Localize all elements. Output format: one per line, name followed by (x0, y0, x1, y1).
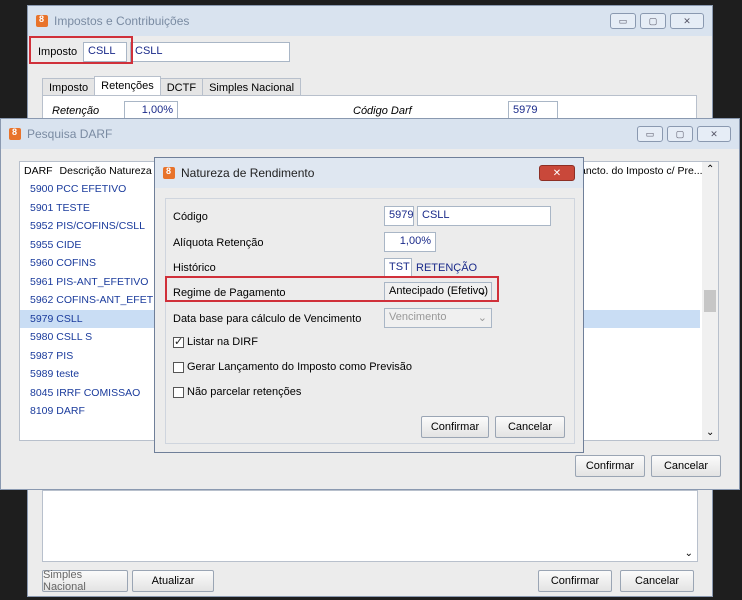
simples-nacional-button[interactable]: Simples Nacional (42, 569, 128, 593)
natureza-dialog: Natureza de Rendimento ✕ Código 5979 CSL… (154, 157, 584, 453)
scroll-thumb[interactable] (704, 290, 716, 312)
col-darf[interactable]: DARF (24, 165, 53, 177)
vertical-scrollbar[interactable]: ⌃ ⌄ (702, 162, 718, 440)
imposto-name-input[interactable]: CSLL (130, 42, 290, 62)
natureza-confirmar-button[interactable]: Confirmar (421, 416, 489, 438)
codigo-label: Código (173, 211, 208, 223)
app-icon (9, 127, 21, 140)
historico-label: Histórico (173, 262, 216, 274)
scroll-down-icon[interactable]: ⌄ (706, 427, 714, 438)
historico-input[interactable]: TST (384, 258, 412, 278)
aliquota-input[interactable]: 1,00% (384, 232, 436, 252)
natureza-cancelar-button[interactable]: Cancelar (495, 416, 565, 438)
scroll-up-icon[interactable]: ⌃ (706, 164, 714, 175)
close-icon[interactable]: ✕ (539, 165, 575, 181)
pesquisa-title: Pesquisa DARF (27, 127, 113, 141)
close-icon[interactable]: ✕ (697, 126, 731, 142)
codigo-input[interactable]: 5979 (384, 206, 414, 226)
close-icon[interactable]: ✕ (670, 13, 704, 29)
retencoes-list[interactable]: ⌄ (42, 490, 698, 562)
codigo-desc-input[interactable]: CSLL (417, 206, 551, 226)
minimize-icon[interactable]: ▭ (637, 126, 663, 142)
maximize-icon[interactable]: ▢ (640, 13, 666, 29)
retencao-input[interactable]: 1,00% (124, 101, 178, 119)
chevron-down-icon: ⌄ (477, 312, 487, 324)
database-label: Data base para cálculo de Vencimento (173, 313, 362, 325)
pesquisa-titlebar[interactable]: Pesquisa DARF ▭ ▢ ✕ (1, 119, 739, 149)
codigo-darf-label: Código Darf (353, 105, 412, 117)
checkbox-checked-icon[interactable] (173, 335, 184, 348)
gerar-lancamento-checkbox[interactable]: Gerar Lançamento do Imposto como Previsã… (173, 361, 412, 373)
col-descricao[interactable]: Descrição Natureza (60, 165, 152, 177)
retencao-label: Retenção (52, 105, 100, 117)
codigo-darf-input[interactable]: 5979 (508, 101, 558, 119)
nao-parcelar-checkbox[interactable]: Não parcelar retenções (173, 386, 301, 398)
maximize-icon[interactable]: ▢ (667, 126, 693, 142)
aliquota-label: Alíquota Retenção (173, 237, 264, 249)
app-icon (163, 166, 175, 179)
database-select[interactable]: Vencimento ⌄ (384, 308, 492, 328)
col-lancto[interactable]: ancto. do Imposto c/ Pre... (580, 162, 703, 180)
pesquisa-confirmar-button[interactable]: Confirmar (575, 455, 645, 477)
minimize-icon[interactable]: ▭ (610, 13, 636, 29)
listar-dirf-checkbox[interactable]: Listar na DIRF (173, 335, 258, 348)
checkbox-icon[interactable] (173, 386, 184, 398)
historico-desc: RETENÇÃO (416, 262, 478, 274)
atualizar-button[interactable]: Atualizar (132, 570, 214, 592)
impostos-confirmar-button[interactable]: Confirmar (538, 570, 612, 592)
natureza-title: Natureza de Rendimento (181, 166, 315, 180)
regime-highlight (165, 276, 499, 302)
pesquisa-cancelar-button[interactable]: Cancelar (651, 455, 721, 477)
impostos-titlebar[interactable]: Impostos e Contribuições ▭ ▢ ✕ (28, 6, 712, 36)
impostos-cancelar-button[interactable]: Cancelar (620, 570, 694, 592)
checkbox-icon[interactable] (173, 361, 184, 373)
tab-retencoes[interactable]: Retenções (94, 76, 161, 97)
app-icon (36, 14, 48, 27)
imposto-highlight (29, 36, 133, 64)
impostos-title: Impostos e Contribuições (54, 14, 190, 28)
scroll-down-icon[interactable]: ⌄ (685, 548, 693, 559)
natureza-titlebar[interactable]: Natureza de Rendimento ✕ (155, 158, 583, 188)
